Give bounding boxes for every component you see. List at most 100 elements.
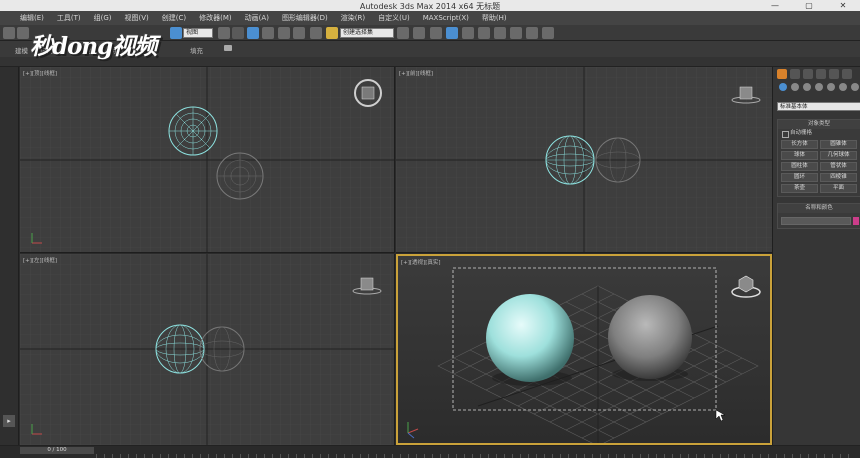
watermark-text: 秒dong视频: [30, 33, 157, 60]
lights-icon[interactable]: [803, 83, 811, 91]
menu-edit[interactable]: 编辑(E): [20, 13, 44, 23]
menu-rendering[interactable]: 渲染(R): [341, 13, 365, 23]
box-button[interactable]: 长方体: [781, 140, 818, 149]
command-panel-tabs: [777, 69, 852, 79]
plane-button[interactable]: 平面: [820, 184, 857, 193]
menu-create[interactable]: 创建(C): [162, 13, 186, 23]
viewport-front[interactable]: [+][前][线框]: [396, 67, 772, 253]
menu-customize[interactable]: 自定义(U): [378, 13, 410, 23]
menu-modifiers[interactable]: 修改器(M): [199, 13, 232, 23]
select-object-icon[interactable]: [170, 27, 182, 39]
motion-tab-icon[interactable]: [816, 69, 826, 79]
viewport-front-label[interactable]: [+][前][线框]: [399, 69, 433, 77]
torus-button[interactable]: 圆环: [781, 173, 818, 182]
schematic-view-icon[interactable]: [478, 27, 490, 39]
geometry-icon[interactable]: [779, 83, 787, 91]
select-region-icon[interactable]: [218, 27, 230, 39]
shapes-icon[interactable]: [791, 83, 799, 91]
viewport-left[interactable]: [+][左][线框]: [20, 254, 395, 445]
viewport-top-canvas: [20, 67, 394, 252]
render-icon[interactable]: [542, 27, 554, 39]
menu-animation[interactable]: 动画(A): [245, 13, 269, 23]
material-editor-icon[interactable]: [494, 27, 506, 39]
name-color-rollout: 名称和颜色: [777, 203, 860, 229]
timeline: 0 / 100: [0, 445, 860, 458]
window-controls: — ▢ ✕: [758, 0, 860, 11]
viewport-left-label[interactable]: [+][左][线框]: [23, 256, 57, 264]
ribbon-toggle-icon[interactable]: [224, 45, 232, 51]
minimize-button[interactable]: —: [758, 0, 792, 11]
menu-maxscript[interactable]: MAXScript(X): [423, 14, 469, 22]
menu-graph-editors[interactable]: 图形编辑器(D): [282, 13, 328, 23]
hierarchy-tab-icon[interactable]: [803, 69, 813, 79]
render-frame-icon[interactable]: [526, 27, 538, 39]
sphere-selected-wire[interactable]: [168, 106, 218, 156]
link-icon[interactable]: [3, 27, 15, 39]
time-slider[interactable]: 0 / 100: [20, 447, 94, 454]
sphere-selected[interactable]: [486, 294, 574, 382]
named-selection-dropdown[interactable]: 创建选择集: [340, 28, 394, 38]
render-setup-icon[interactable]: [510, 27, 522, 39]
modify-tab-icon[interactable]: [790, 69, 800, 79]
view-dropdown[interactable]: 视图: [183, 28, 213, 38]
align-icon[interactable]: [413, 27, 425, 39]
scale-icon[interactable]: [262, 27, 274, 39]
tube-button[interactable]: 管状体: [820, 162, 857, 171]
ribbon-tab-populate[interactable]: 填充: [190, 45, 203, 55]
expand-arrow-icon[interactable]: ▸: [3, 415, 15, 427]
object-buttons: 长方体 圆锥体 球体 几何球体 圆柱体 管状体 圆环 四棱锥 茶壶 平面: [778, 138, 860, 196]
object-color-swatch[interactable]: [853, 217, 859, 225]
viewport-front-canvas: [396, 67, 772, 252]
viewport-top[interactable]: [+][顶][线框]: [20, 67, 395, 253]
ribbon-tab-modeling[interactable]: 建模: [15, 45, 28, 55]
pyramid-button[interactable]: 四棱锥: [820, 173, 857, 182]
move-icon[interactable]: [232, 27, 244, 39]
systems-icon[interactable]: [851, 83, 859, 91]
create-tab-icon[interactable]: [777, 69, 787, 79]
edit-named-selection-icon[interactable]: [326, 27, 338, 39]
viewport-left-canvas: [20, 254, 394, 445]
spacewarps-icon[interactable]: [839, 83, 847, 91]
percent-snap-icon[interactable]: [310, 27, 322, 39]
menu-help[interactable]: 帮助(H): [482, 13, 507, 23]
geosphere-button[interactable]: 几何球体: [820, 151, 857, 160]
viewport-perspective[interactable]: [+][透视][真实]: [396, 254, 772, 445]
helpers-icon[interactable]: [827, 83, 835, 91]
rotate-icon[interactable]: [247, 27, 259, 39]
command-panel: 标准基本体 对象类型 自动栅格 长方体 圆锥体 球体 几何球体 圆柱体 管状体 …: [772, 67, 860, 445]
object-type-title[interactable]: 对象类型: [778, 120, 860, 129]
title-bar: Autodesk 3ds Max 2014 x64 无标题 — ▢ ✕: [0, 0, 860, 11]
unlink-icon[interactable]: [17, 27, 29, 39]
angle-snap-icon[interactable]: [293, 27, 305, 39]
cylinder-button[interactable]: 圆柱体: [781, 162, 818, 171]
sphere[interactable]: [608, 295, 692, 379]
viewport-perspective-canvas: [398, 256, 770, 443]
teapot-button[interactable]: 茶壶: [781, 184, 818, 193]
menu-bar: 编辑(E) 工具(T) 组(G) 视图(V) 创建(C) 修改器(M) 动画(A…: [0, 11, 860, 25]
name-color-title[interactable]: 名称和颜色: [778, 204, 860, 213]
display-tab-icon[interactable]: [829, 69, 839, 79]
timeline-ticks[interactable]: [96, 454, 856, 458]
menu-group[interactable]: 组(G): [94, 13, 112, 23]
scene-explorer-icon[interactable]: [446, 27, 458, 39]
cone-button[interactable]: 圆锥体: [820, 140, 857, 149]
primitive-type-dropdown[interactable]: 标准基本体: [777, 102, 860, 111]
autogrid-checkbox[interactable]: 自动栅格: [778, 129, 860, 138]
snap-icon[interactable]: [278, 27, 290, 39]
sphere-button[interactable]: 球体: [781, 151, 818, 160]
utilities-tab-icon[interactable]: [842, 69, 852, 79]
menu-tools[interactable]: 工具(T): [57, 13, 81, 23]
mirror-icon[interactable]: [397, 27, 409, 39]
viewport-top-label[interactable]: [+][顶][线框]: [23, 69, 57, 77]
sphere-wire[interactable]: [216, 152, 264, 200]
curve-editor-icon[interactable]: [462, 27, 474, 39]
viewport-perspective-label[interactable]: [+][透视][真实]: [401, 258, 440, 266]
object-name-field[interactable]: [781, 217, 851, 225]
maximize-button[interactable]: ▢: [792, 0, 826, 11]
object-type-rollout: 对象类型 自动栅格 长方体 圆锥体 球体 几何球体 圆柱体 管状体 圆环 四棱锥…: [777, 119, 860, 197]
left-strip: ▸: [0, 67, 19, 445]
close-button[interactable]: ✕: [826, 0, 860, 11]
layer-icon[interactable]: [430, 27, 442, 39]
cameras-icon[interactable]: [815, 83, 823, 91]
menu-views[interactable]: 视图(V): [125, 13, 149, 23]
